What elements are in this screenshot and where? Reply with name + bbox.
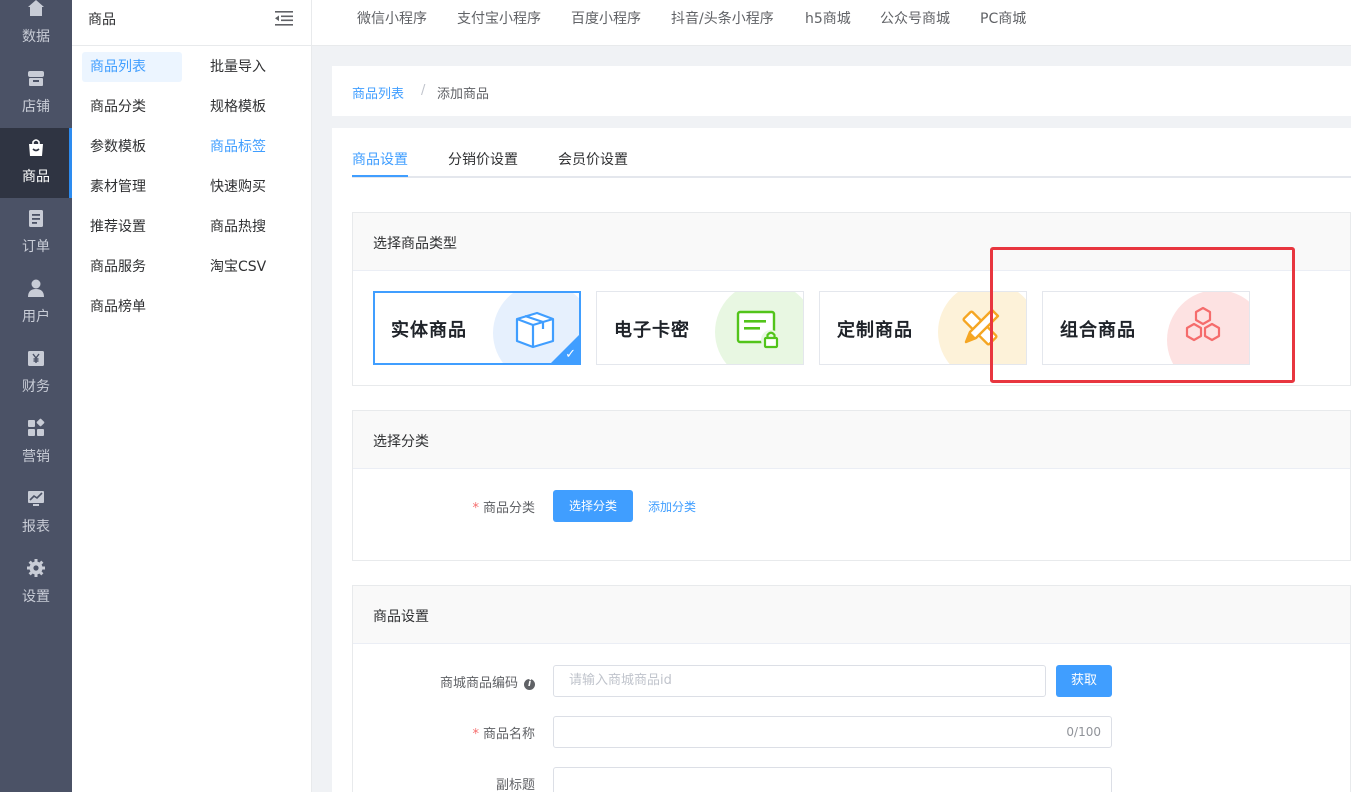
tab-distribution-price[interactable]: 分销价设置 [448, 149, 518, 169]
type-name-physical: 实体商品 [391, 320, 467, 341]
main-nav-rail: 数据 店铺 商品 订单 用户 财务 营销 报表 设置 [0, 0, 72, 792]
tab-h5-mall[interactable]: h5商城 [805, 8, 851, 28]
tab-wechat-miniapp[interactable]: 微信小程序 [357, 8, 427, 28]
nav-label-settings: 设置 [22, 589, 50, 605]
shopping-bag-icon [29, 139, 43, 156]
fetch-button[interactable]: 获取 [1056, 665, 1112, 697]
nav-item-goods[interactable]: 商品 [0, 128, 72, 198]
active-tab-indicator [352, 175, 408, 177]
channel-tabs-bar: 微信小程序 支付宝小程序 百度小程序 抖音/头条小程序 h5商城 公众号商城 P… [312, 0, 1351, 46]
user-icon [28, 279, 44, 297]
tab-member-price[interactable]: 会员价设置 [558, 149, 628, 169]
nav-item-user[interactable]: 用户 [0, 268, 72, 338]
order-icon [29, 210, 43, 227]
nav-item-data[interactable]: 数据 [0, 0, 72, 56]
submenu-header: 商品 [72, 0, 312, 46]
type-card-ecard[interactable]: 电子卡密 [596, 291, 804, 365]
report-icon [28, 491, 44, 506]
nav-label-store: 店铺 [22, 99, 50, 115]
annotation-highlight-box [990, 247, 1295, 383]
subtitle-input[interactable] [553, 767, 1112, 792]
collapse-menu-icon[interactable] [275, 10, 293, 26]
store-icon [28, 71, 44, 86]
goods-settings-section: 商品设置 商城商品编码 i 请输入商城商品id 获取 * 商品名称 0/100 副标… [352, 585, 1351, 792]
nav-item-report[interactable]: 报表 [0, 478, 72, 548]
tab-douyin-miniapp[interactable]: 抖音/头条小程序 [671, 8, 774, 28]
select-category-button[interactable]: 选择分类 [553, 490, 633, 522]
nav-label-report: 报表 [22, 519, 50, 535]
nav-item-finance[interactable]: 财务 [0, 338, 72, 408]
tabs-divider [352, 176, 1351, 178]
breadcrumb: 商品列表 / 添加商品 [332, 66, 1351, 116]
submenu-goods-ranking[interactable]: 商品榜单 [82, 292, 182, 322]
breadcrumb-separator: / [421, 83, 426, 98]
submenu-param-template[interactable]: 参数模板 [82, 132, 182, 162]
submenu-batch-import[interactable]: 批量导入 [202, 52, 302, 82]
goods-settings-title: 商品设置 [373, 609, 429, 625]
breadcrumb-current: 添加商品 [437, 87, 490, 102]
submenu-goods-service[interactable]: 商品服务 [82, 252, 182, 282]
nav-item-order[interactable]: 订单 [0, 198, 72, 268]
submenu-goods-category[interactable]: 商品分类 [82, 92, 182, 122]
submenu-hot-search[interactable]: 商品热搜 [202, 212, 302, 242]
submenu-material[interactable]: 素材管理 [82, 172, 182, 202]
nav-label-user: 用户 [22, 309, 50, 325]
submenu-recommend[interactable]: 推荐设置 [82, 212, 182, 242]
goods-code-input[interactable]: 请输入商城商品id [553, 665, 1046, 697]
category-header: 选择分类 [353, 411, 1350, 469]
nav-item-marketing[interactable]: 营销 [0, 408, 72, 478]
type-name-ecard: 电子卡密 [614, 320, 690, 341]
goods-name-input[interactable]: 0/100 [553, 716, 1112, 748]
nav-item-store[interactable]: 店铺 [0, 58, 72, 128]
type-card-physical[interactable]: 实体商品 ✓ [373, 291, 581, 365]
type-name-custom: 定制商品 [837, 320, 913, 341]
marketing-icon [28, 418, 45, 436]
goods-submenu: 商品 商品列表 商品分类 参数模板 素材管理 推荐设置 商品服务 商品榜单 批量… [72, 0, 312, 792]
tab-pc-mall[interactable]: PC商城 [980, 8, 1026, 28]
goods-name-counter: 0/100 [1066, 725, 1101, 739]
tab-alipay-miniapp[interactable]: 支付宝小程序 [457, 8, 541, 28]
nav-item-settings[interactable]: 设置 [0, 548, 72, 618]
settings-tabs: 商品设置 分销价设置 会员价设置 [332, 128, 1351, 192]
nav-label-finance: 财务 [22, 379, 50, 395]
goods-name-label: * 商品名称 [472, 727, 535, 742]
goods-settings-header: 商品设置 [353, 586, 1350, 644]
tab-goods-settings[interactable]: 商品设置 [352, 149, 408, 169]
nav-label-goods: 商品 [22, 169, 50, 185]
submenu-quick-buy[interactable]: 快速购买 [202, 172, 302, 202]
goods-code-label: 商城商品编码 i [413, 672, 535, 691]
submenu-title: 商品 [88, 12, 116, 28]
tab-official-account-mall[interactable]: 公众号商城 [880, 8, 950, 28]
goods-type-title: 选择商品类型 [373, 236, 457, 252]
nav-label-order: 订单 [22, 239, 50, 255]
nav-label-data: 数据 [22, 29, 50, 45]
home-icon [28, 0, 44, 16]
submenu-taobao-csv[interactable]: 淘宝CSV [202, 252, 302, 282]
category-title: 选择分类 [373, 434, 429, 450]
check-icon: ✓ [565, 347, 576, 362]
submenu-spec-template[interactable]: 规格模板 [202, 92, 302, 122]
nav-label-marketing: 营销 [22, 449, 50, 465]
info-icon: i [524, 679, 535, 690]
subtitle-label: 副标题 [495, 778, 535, 792]
submenu-goods-tag[interactable]: 商品标签 [202, 132, 302, 162]
breadcrumb-goods-list[interactable]: 商品列表 [352, 83, 404, 102]
category-label: * 商品分类 [472, 501, 535, 516]
tab-baidu-miniapp[interactable]: 百度小程序 [571, 8, 641, 28]
submenu-goods-list[interactable]: 商品列表 [82, 52, 182, 82]
category-section: 选择分类 * 商品分类 选择分类 添加分类 [352, 410, 1351, 561]
add-category-link[interactable]: 添加分类 [648, 498, 696, 515]
card-lock-icon [736, 310, 781, 350]
finance-icon [28, 351, 44, 366]
gear-icon [27, 559, 45, 577]
